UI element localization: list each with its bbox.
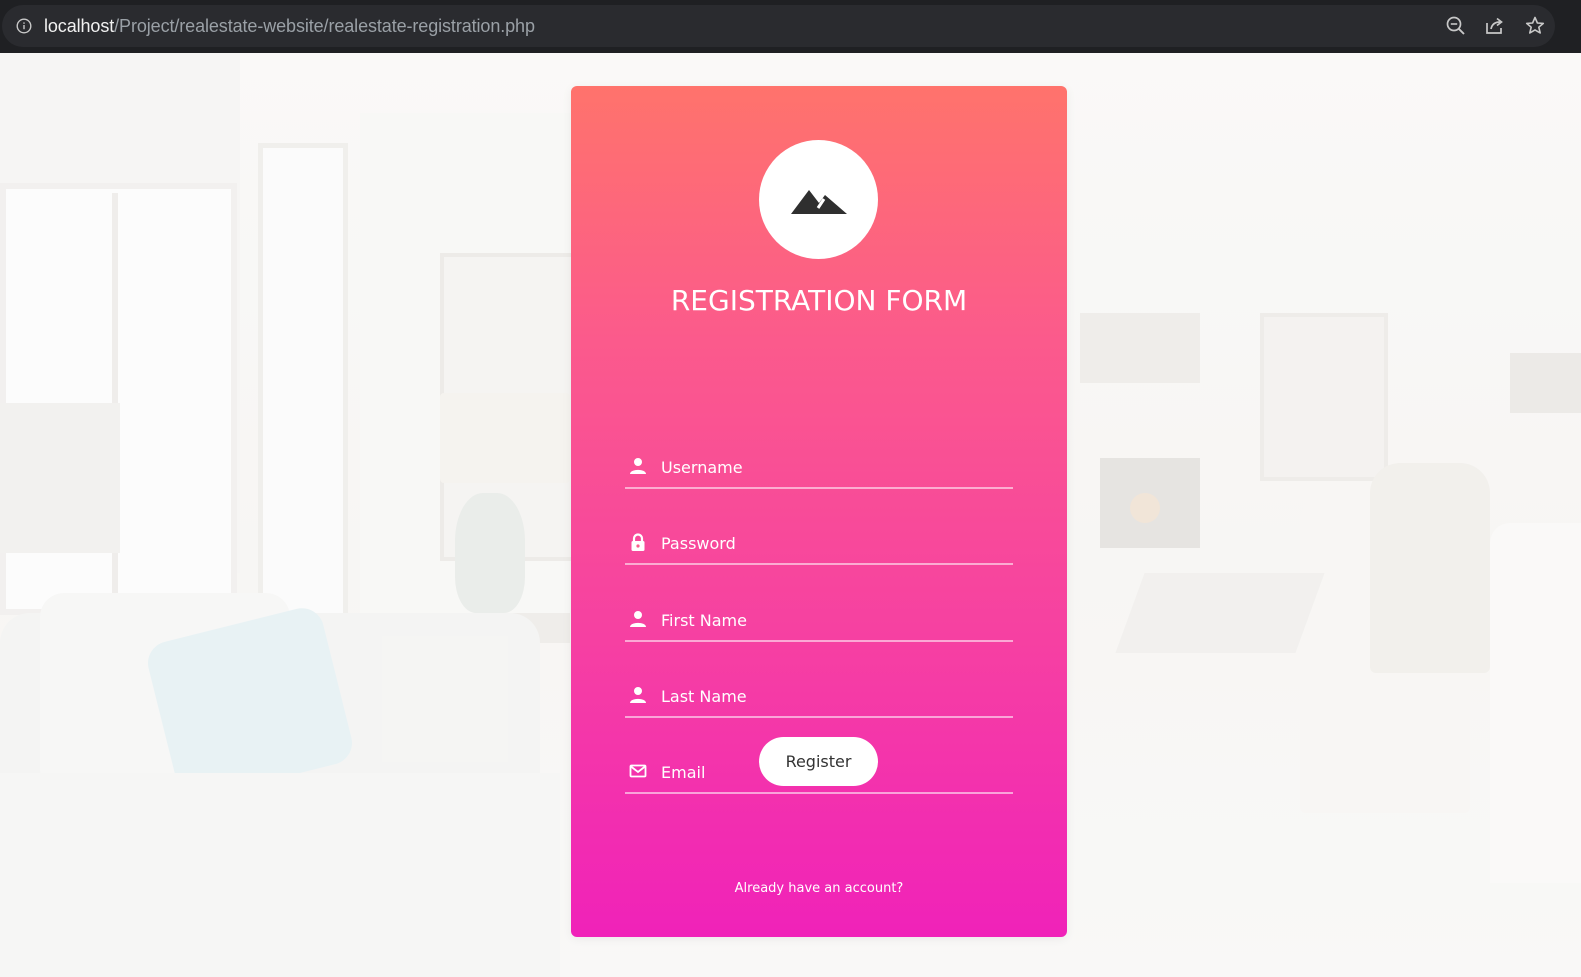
- first-name-input[interactable]: [661, 606, 1001, 634]
- lock-icon: [631, 533, 645, 551]
- bookmark-star-icon[interactable]: [1524, 15, 1546, 37]
- address-bar[interactable]: localhost/Project/realestate-website/rea…: [2, 5, 1555, 47]
- user-icon: [630, 687, 646, 703]
- logo: [759, 140, 878, 259]
- first-name-field: [625, 600, 1013, 642]
- form-title: REGISTRATION FORM: [670, 284, 968, 317]
- login-link[interactable]: Already have an account?: [571, 881, 1067, 896]
- last-name-input[interactable]: [661, 682, 1001, 710]
- password-input[interactable]: [661, 529, 1001, 557]
- username-input[interactable]: [661, 453, 1001, 481]
- url-text[interactable]: localhost/Project/realestate-website/rea…: [44, 5, 535, 47]
- registration-card: REGISTRATION FORM Username First Name La…: [571, 86, 1067, 937]
- password-field: [625, 523, 1013, 565]
- username-field: [625, 447, 1013, 489]
- mountain-icon: [791, 190, 847, 214]
- envelope-icon: [629, 764, 647, 778]
- share-icon[interactable]: [1484, 15, 1506, 37]
- browser-toolbar: localhost/Project/realestate-website/rea…: [0, 0, 1581, 53]
- user-icon: [630, 458, 646, 474]
- register-button[interactable]: Register: [759, 737, 878, 786]
- zoom-out-icon[interactable]: [1445, 15, 1467, 37]
- user-icon: [630, 611, 646, 627]
- last-name-field: [625, 676, 1013, 718]
- url-path: /Project/realestate-website/realestate-r…: [114, 16, 535, 36]
- info-icon[interactable]: [16, 18, 32, 34]
- url-host: localhost: [44, 16, 115, 36]
